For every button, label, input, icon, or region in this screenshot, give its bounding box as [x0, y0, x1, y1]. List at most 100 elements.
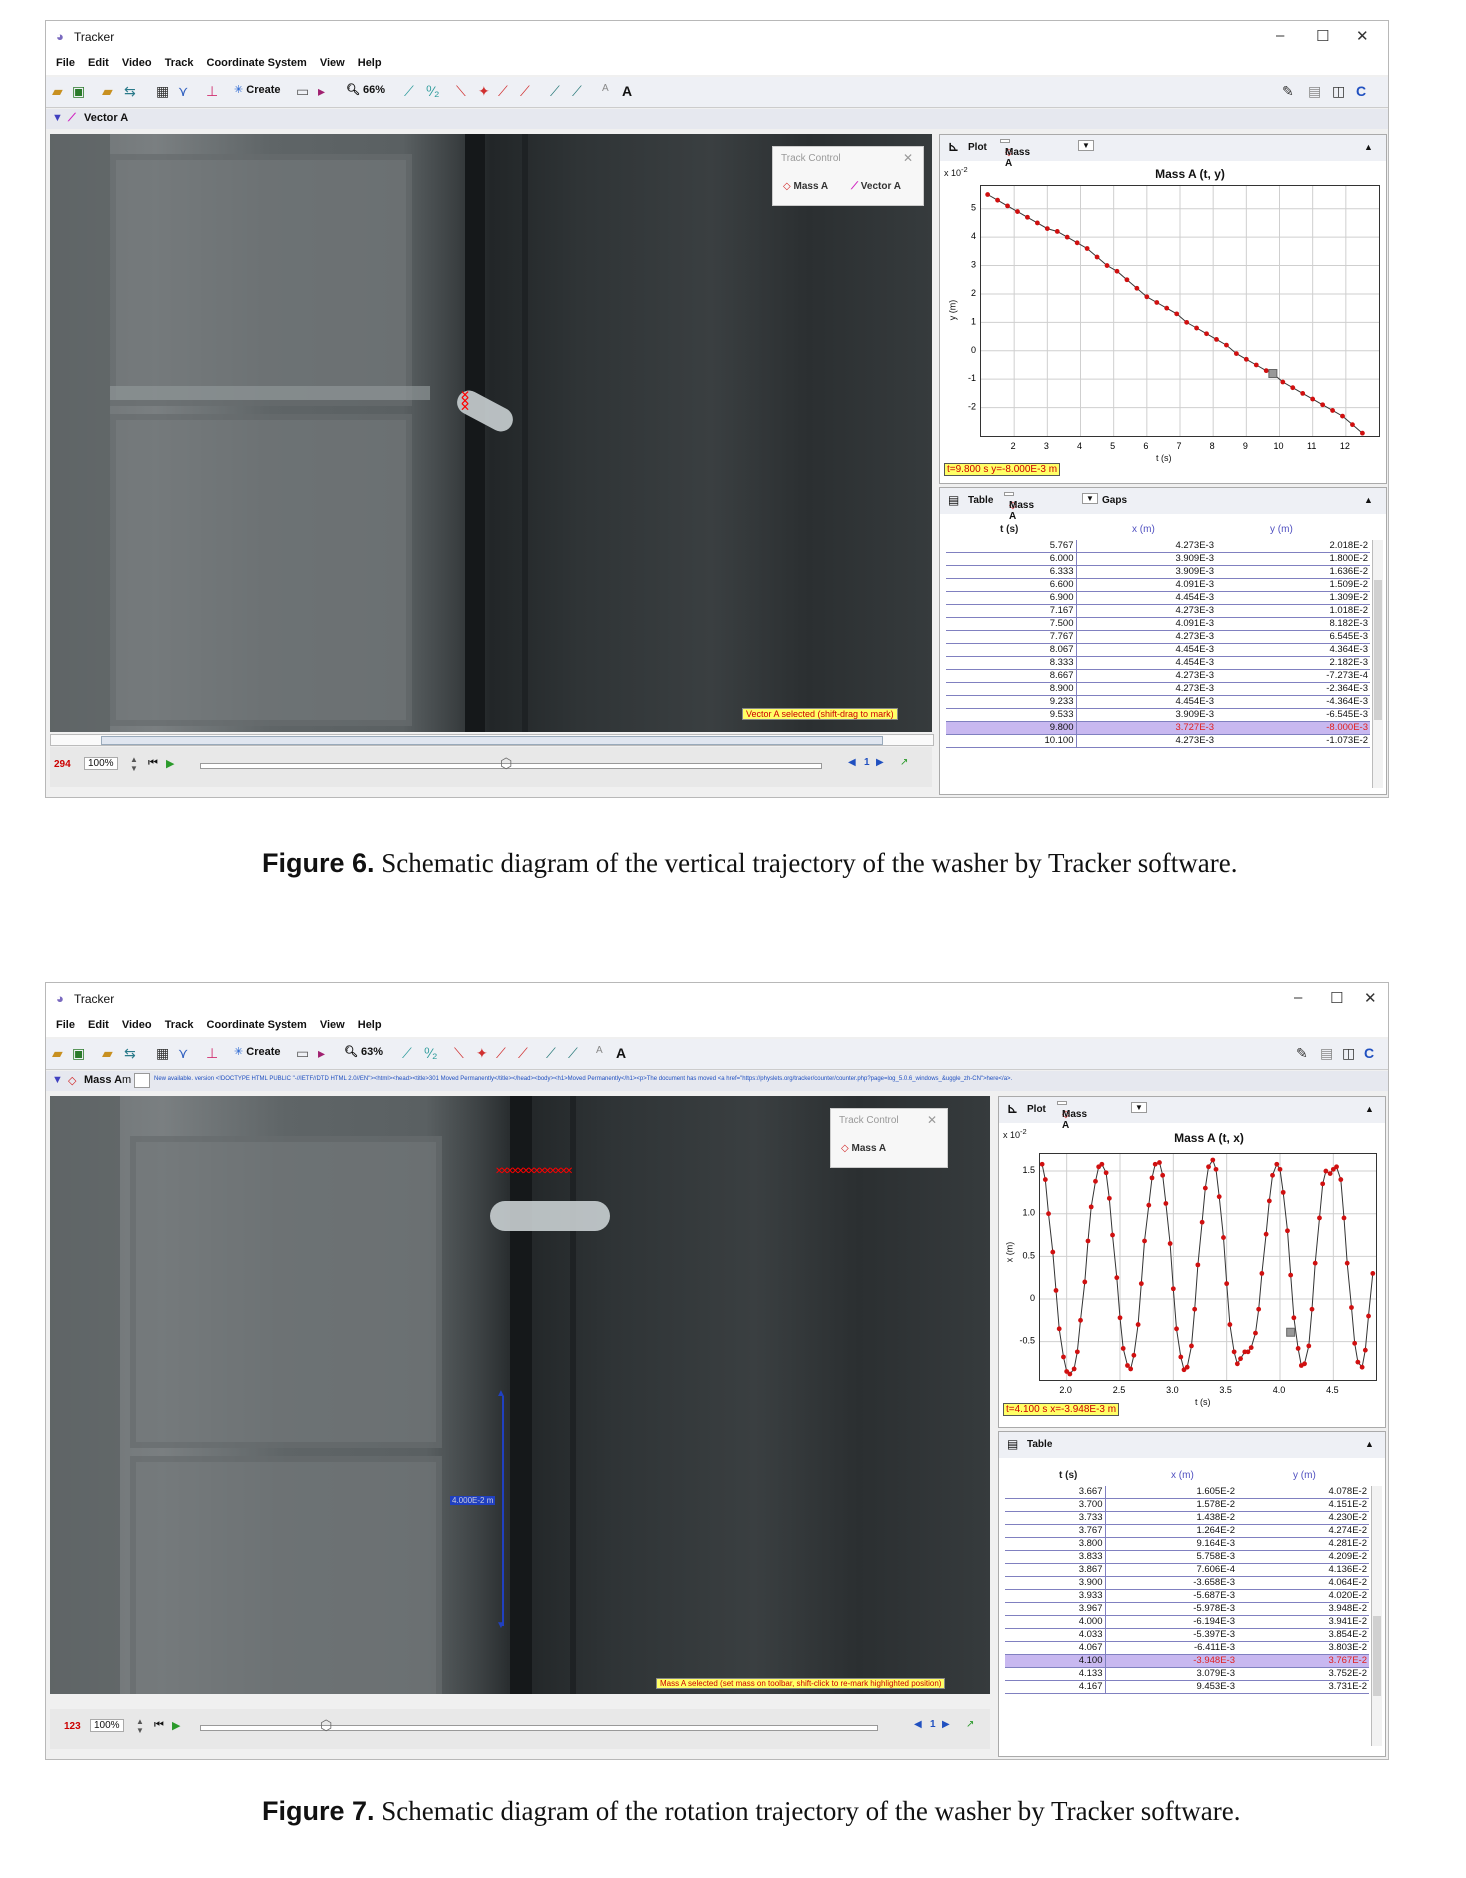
cell-y[interactable]: 2.018E-2 [1216, 540, 1370, 553]
track-name[interactable]: Vector A [84, 112, 128, 124]
table-row[interactable]: 7.167 4.273E-3 1.018E-2 [946, 604, 1370, 618]
labels-icon[interactable]: ⁰⁄₂ [424, 1045, 437, 1062]
zoom-spinner-icon[interactable]: ▲ ▼ [130, 755, 138, 773]
cell-y[interactable]: -1.073E-2 [1216, 734, 1370, 748]
calibration-icon[interactable]: ⋎ [178, 83, 188, 100]
track-control-close-icon[interactable]: ✕ [927, 1113, 937, 1127]
table-row[interactable]: 3.900 -3.658E-3 4.064E-2 [1005, 1576, 1369, 1590]
menu-file[interactable]: File [56, 57, 75, 69]
table-row[interactable]: 7.500 4.091E-3 8.182E-3 [946, 617, 1370, 631]
acceleration-icon[interactable]: ⟋ [518, 1045, 528, 1062]
cell-y[interactable]: 4.274E-2 [1237, 1524, 1369, 1538]
cell-x[interactable]: 4.091E-3 [1075, 578, 1216, 592]
create-track-button[interactable]: ✳ Create [234, 83, 281, 96]
menu-edit[interactable]: Edit [88, 57, 109, 69]
cell-y[interactable]: 4.151E-2 [1237, 1498, 1369, 1512]
cell-x[interactable]: 3.079E-3 [1104, 1667, 1237, 1681]
paths-icon[interactable]: ⟍ [456, 83, 466, 100]
cell-t[interactable]: 10.100 [946, 734, 1076, 748]
cell-x[interactable]: 1.264E-2 [1104, 1524, 1237, 1538]
cell-y[interactable]: -4.364E-3 [1216, 695, 1370, 709]
cell-y[interactable]: -7.273E-4 [1216, 669, 1370, 683]
table-scroll-thumb[interactable] [1374, 580, 1382, 720]
cell-t[interactable]: 7.167 [946, 604, 1076, 618]
table-row[interactable]: 8.900 4.273E-3 -2.364E-3 [946, 682, 1370, 696]
video-view[interactable]: ✕✕✕✕✕✕✕✕✕✕✕✕✕✕ ▲ ▼ 4.000E-2 m Track Cont… [50, 1096, 990, 1694]
table-row[interactable]: 4.067 -6.411E-3 3.803E-2 [1005, 1641, 1369, 1655]
open-video-icon[interactable]: ▰ [102, 1045, 113, 1062]
cell-t[interactable]: 8.333 [946, 656, 1076, 670]
scroll-thumb[interactable] [101, 736, 883, 745]
cell-t[interactable]: 4.067 [1005, 1641, 1105, 1655]
cell-x[interactable]: 1.605E-2 [1104, 1486, 1237, 1499]
cell-y[interactable]: 4.209E-2 [1237, 1550, 1369, 1564]
col-header-x[interactable]: x (m) [1171, 1470, 1194, 1481]
minimize-button[interactable]: – [1294, 989, 1302, 1006]
track-control-mass-a[interactable]: ◇ Mass A [841, 1143, 886, 1154]
cell-t[interactable]: 3.800 [1005, 1537, 1105, 1551]
table-row[interactable]: 3.800 9.164E-3 4.281E-2 [1005, 1537, 1369, 1551]
menu-edit[interactable]: Edit [88, 1019, 109, 1031]
reset-icon[interactable]: ⏮ [154, 1719, 164, 1732]
save-icon[interactable]: ▣ [72, 83, 85, 100]
plot-area[interactable] [1039, 1153, 1377, 1381]
collapse-icon[interactable]: ▲ [1365, 1104, 1374, 1114]
loop-icon[interactable]: ↗ [900, 757, 908, 768]
menu-help[interactable]: Help [358, 57, 382, 69]
cell-t[interactable]: 8.067 [946, 643, 1076, 657]
cell-t[interactable]: 3.733 [1005, 1511, 1105, 1525]
slider-thumb-icon[interactable]: ⬡ [500, 755, 512, 772]
cell-t[interactable]: 3.900 [1005, 1576, 1105, 1590]
cell-t[interactable]: 9.533 [946, 708, 1076, 722]
cell-y[interactable]: 1.636E-2 [1216, 565, 1370, 579]
close-button[interactable]: ✕ [1356, 27, 1369, 45]
cell-t[interactable]: 8.667 [946, 669, 1076, 683]
cell-x[interactable]: -6.411E-3 [1104, 1641, 1237, 1655]
menu-track[interactable]: Track [165, 57, 194, 69]
table-row[interactable]: 3.700 1.578E-2 4.151E-2 [1005, 1498, 1369, 1512]
maximize-button[interactable]: ☐ [1330, 989, 1343, 1007]
cell-y[interactable]: 3.941E-2 [1237, 1615, 1369, 1629]
table-scrollbar[interactable] [1371, 1486, 1382, 1746]
col-header-t[interactable]: t (s) [1000, 524, 1018, 535]
step-forward-icon[interactable]: ▶ [876, 757, 884, 768]
refresh-icon[interactable]: C [1364, 1045, 1374, 1061]
cell-x[interactable]: 4.273E-3 [1075, 630, 1216, 644]
cell-t[interactable]: 6.600 [946, 578, 1076, 592]
cell-x[interactable]: 1.578E-2 [1104, 1498, 1237, 1512]
cell-t[interactable]: 3.933 [1005, 1589, 1105, 1603]
cell-y[interactable]: -2.364E-3 [1216, 682, 1370, 696]
cell-y[interactable]: 4.364E-3 [1216, 643, 1370, 657]
calibration-icon[interactable]: ⋎ [178, 1045, 188, 1062]
cell-x[interactable]: -5.978E-3 [1104, 1602, 1237, 1616]
minimize-button[interactable]: – [1276, 27, 1284, 44]
paths-icon[interactable]: ⟍ [454, 1045, 464, 1062]
plot-track-dropdown[interactable]: ◇ Mass A [1000, 139, 1030, 169]
cell-x[interactable]: 4.273E-3 [1075, 682, 1216, 696]
table-row[interactable]: 8.667 4.273E-3 -7.273E-4 [946, 669, 1370, 683]
cell-y[interactable]: -8.000E-3 [1216, 721, 1370, 735]
chevron-down-icon[interactable]: ▼ [1082, 493, 1098, 504]
playback-slider[interactable] [200, 1725, 878, 1731]
table-row[interactable]: 6.900 4.454E-3 1.309E-2 [946, 591, 1370, 605]
cell-t[interactable]: 9.800 [946, 721, 1076, 735]
collapse-icon[interactable]: ▲ [1364, 142, 1373, 152]
cell-x[interactable]: 3.727E-3 [1075, 721, 1216, 735]
table-row[interactable]: 5.767 4.273E-3 2.018E-2 [946, 540, 1370, 553]
step-forward-icon[interactable]: ▶ [942, 1719, 950, 1730]
cell-x[interactable]: 7.606E-4 [1104, 1563, 1237, 1577]
cell-t[interactable]: 7.767 [946, 630, 1076, 644]
gaps-button[interactable]: Gaps [1102, 495, 1127, 506]
traces-icon[interactable]: ▸ [318, 83, 325, 100]
cell-t[interactable]: 3.833 [1005, 1550, 1105, 1564]
table-row[interactable]: 3.833 5.758E-3 4.209E-2 [1005, 1550, 1369, 1564]
vector-sum-icon[interactable]: ⟋ [568, 1045, 578, 1062]
table-row[interactable]: 8.333 4.454E-3 2.182E-3 [946, 656, 1370, 670]
slider-thumb-icon[interactable]: ⬡ [320, 1717, 332, 1734]
col-header-t[interactable]: t (s) [1059, 1470, 1077, 1481]
font-larger-icon[interactable]: A [616, 1045, 626, 1061]
cell-t[interactable]: 6.900 [946, 591, 1076, 605]
position-icon[interactable]: ✦ [478, 83, 490, 100]
open-folder-icon[interactable]: ▰ [52, 83, 63, 100]
col-header-y[interactable]: y (m) [1293, 1470, 1316, 1481]
